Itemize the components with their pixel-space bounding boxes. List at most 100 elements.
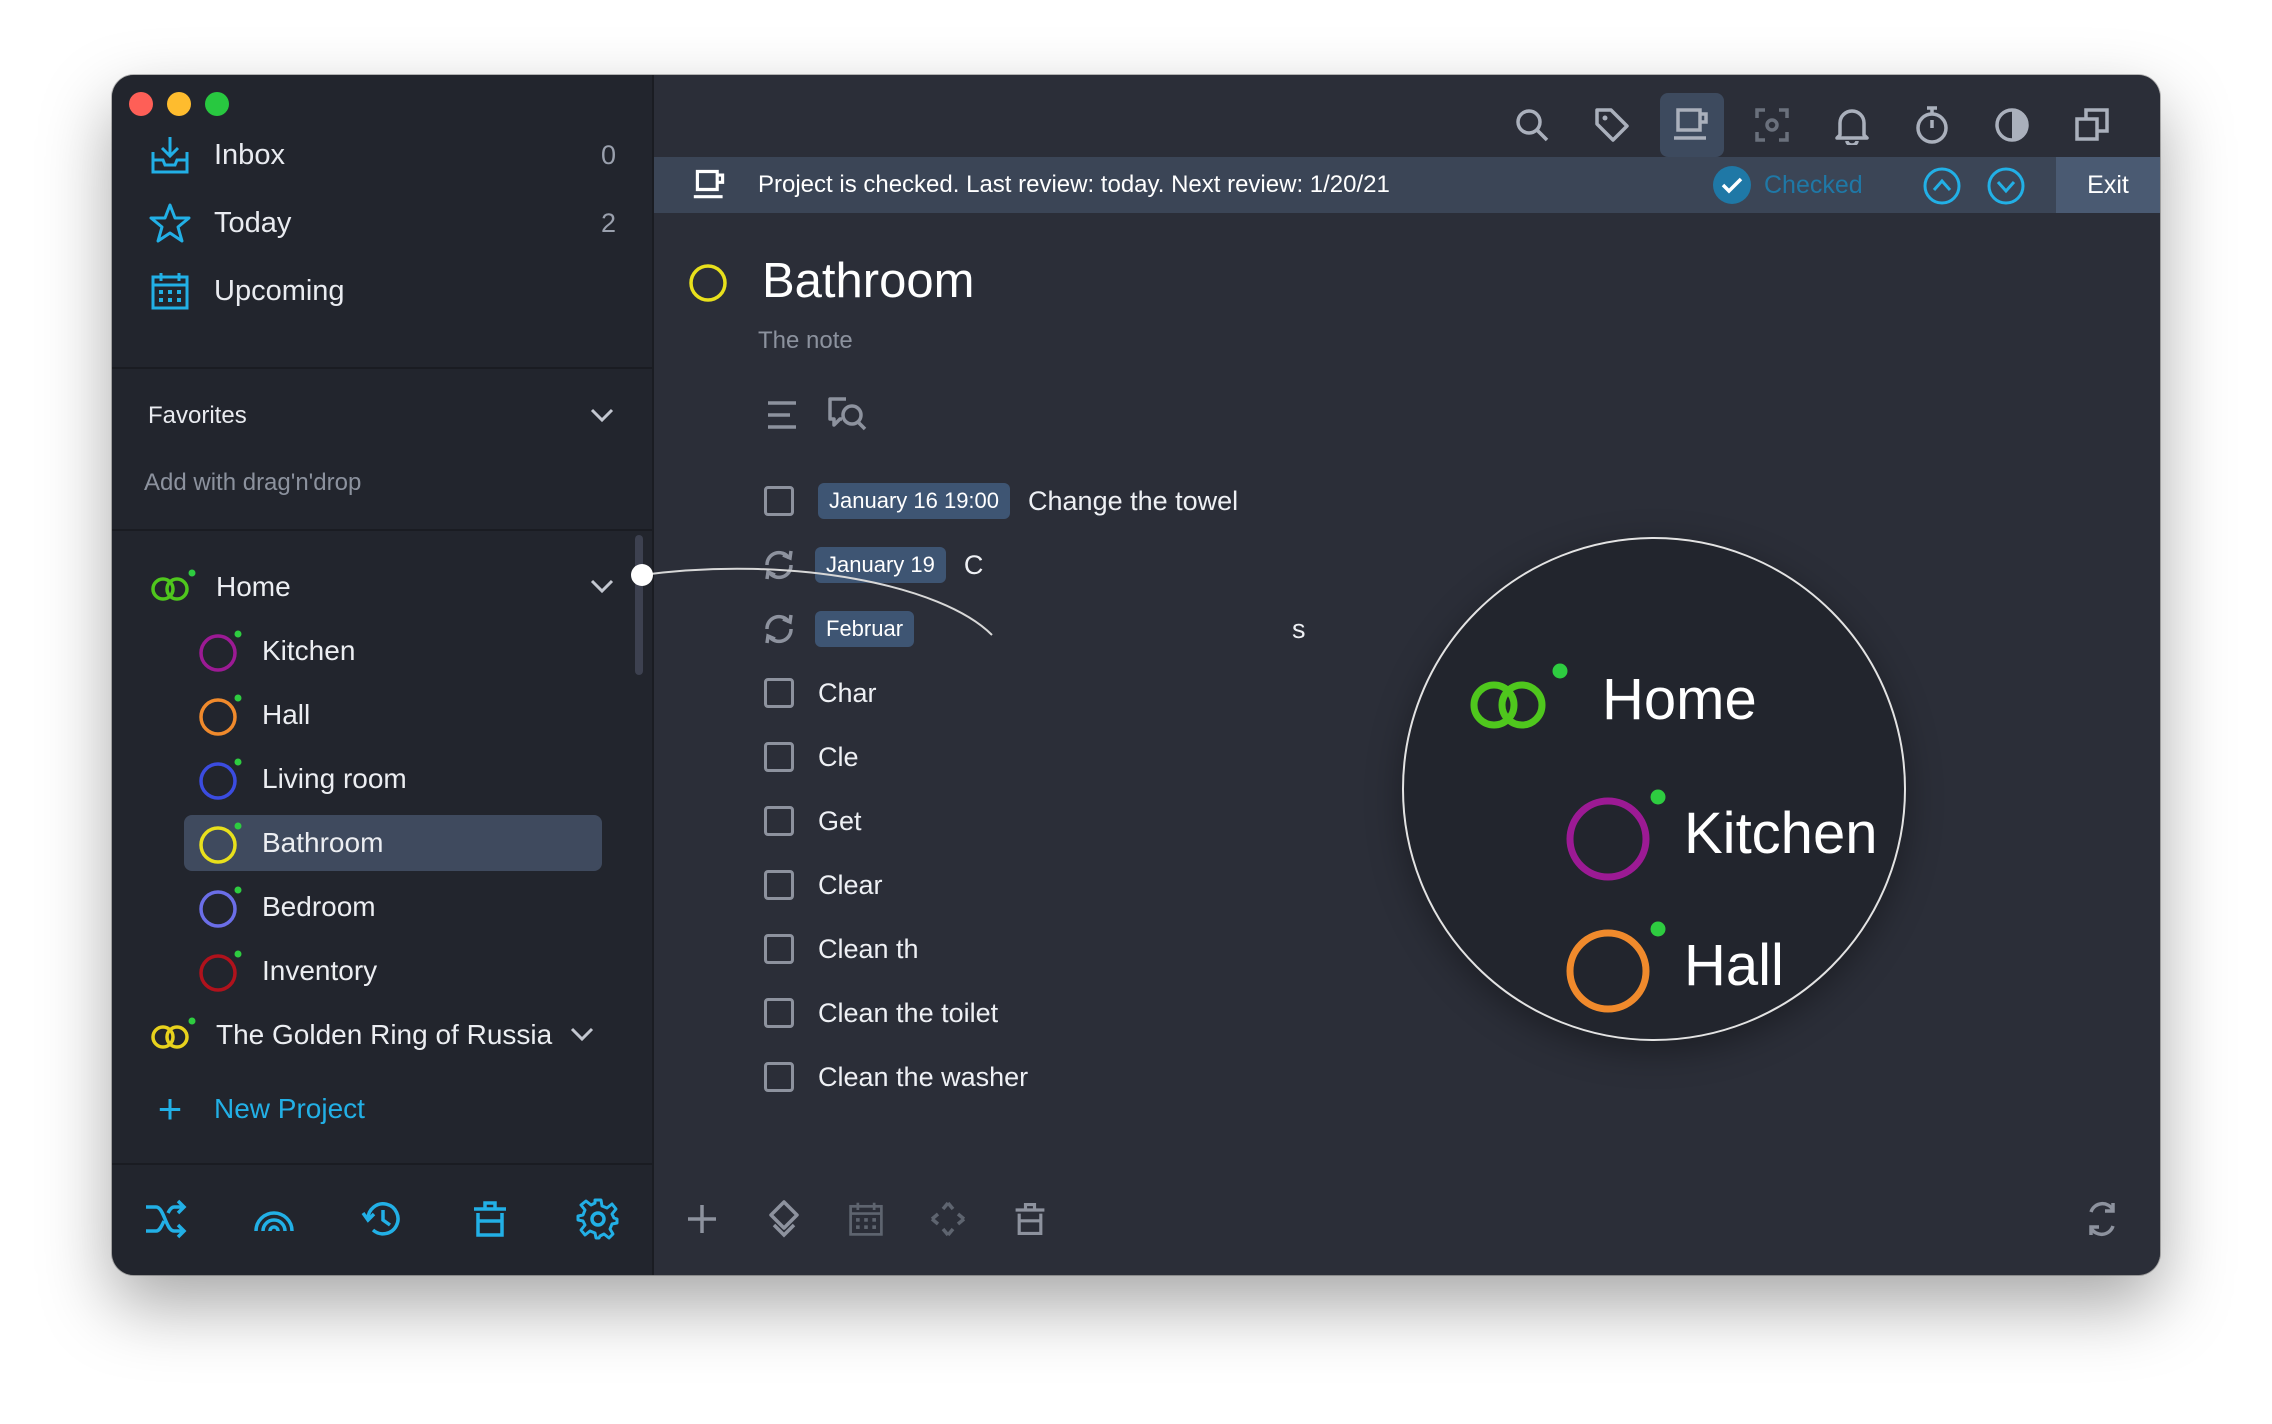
task-date-chip[interactable]: January 19 bbox=[815, 547, 946, 583]
task-row[interactable]: Februar s bbox=[764, 605, 1306, 653]
sync-icon[interactable] bbox=[2076, 1193, 2128, 1245]
sidebar-item-upcoming[interactable]: Upcoming bbox=[148, 259, 616, 323]
task-checkbox[interactable] bbox=[764, 678, 794, 708]
task-title[interactable]: C bbox=[964, 550, 984, 581]
task-checkbox[interactable] bbox=[764, 1062, 794, 1092]
magnifier-lens: Home Kitchen Hall bbox=[1402, 537, 1906, 1041]
task-title[interactable]: Change the towel bbox=[1028, 486, 1238, 517]
task-row[interactable]: Cle bbox=[764, 733, 859, 781]
favorites-collapse-chevron-down-icon[interactable] bbox=[588, 405, 616, 430]
area-label: The Golden Ring of Russia bbox=[216, 1019, 553, 1050]
minimize-window-button[interactable] bbox=[167, 92, 191, 116]
project-status-circle-icon[interactable] bbox=[688, 263, 728, 303]
sidebar-project-bathroom[interactable]: Bathroom bbox=[184, 815, 602, 871]
sidebar-divider bbox=[112, 367, 652, 369]
inbox-tray-icon bbox=[148, 133, 192, 177]
new-project-button[interactable]: + New Project bbox=[148, 1087, 365, 1131]
trash-icon[interactable] bbox=[464, 1193, 516, 1245]
project-circle-icon bbox=[196, 883, 244, 931]
checkmark-circle-icon bbox=[1713, 166, 1751, 204]
list-lines-icon[interactable] bbox=[758, 391, 806, 439]
chevron-down-icon[interactable] bbox=[588, 571, 616, 603]
shuffle-icon[interactable] bbox=[140, 1193, 192, 1245]
search-icon[interactable] bbox=[1500, 93, 1564, 157]
trash-icon[interactable] bbox=[1004, 1193, 1056, 1245]
task-row[interactable]: Clear bbox=[764, 861, 883, 909]
stopwatch-icon[interactable] bbox=[1900, 93, 1964, 157]
project-label: Living room bbox=[262, 763, 407, 794]
chevron-down-icon[interactable] bbox=[568, 1019, 596, 1051]
zoom-window-button[interactable] bbox=[205, 92, 229, 116]
task-row[interactable]: January 16 19:00 Change the towel bbox=[764, 477, 1238, 525]
task-checkbox[interactable] bbox=[764, 742, 794, 772]
today-count: 2 bbox=[600, 207, 616, 238]
close-window-button[interactable] bbox=[129, 92, 153, 116]
task-checkbox[interactable] bbox=[764, 486, 794, 516]
sidebar-item-today[interactable]: Today 2 bbox=[148, 191, 616, 255]
sidebar-area-golden-ring[interactable]: The Golden Ring of Russia bbox=[148, 1007, 616, 1063]
task-checkbox[interactable] bbox=[764, 934, 794, 964]
task-checkbox[interactable] bbox=[764, 870, 794, 900]
project-note[interactable]: The note bbox=[758, 327, 853, 355]
calendar-icon[interactable] bbox=[840, 1193, 892, 1245]
sidebar-divider bbox=[112, 529, 652, 531]
task-title[interactable]: s bbox=[1292, 614, 1306, 645]
rainbow-icon[interactable] bbox=[248, 1193, 300, 1245]
review-cup-icon bbox=[692, 167, 728, 208]
magnified-label: Home bbox=[1602, 666, 1757, 732]
task-row[interactable]: Clean th bbox=[764, 925, 919, 973]
inbox-count: 0 bbox=[600, 139, 616, 170]
sidebar-project-bedroom[interactable]: Bedroom bbox=[184, 879, 602, 935]
project-title[interactable]: Bathroom bbox=[762, 253, 974, 309]
exit-review-button[interactable]: Exit bbox=[2056, 157, 2160, 213]
repeat-icon[interactable] bbox=[761, 611, 797, 647]
sidebar-area-home[interactable]: Home bbox=[148, 559, 616, 615]
task-title[interactable]: Clean the toilet bbox=[818, 998, 998, 1029]
bell-icon[interactable] bbox=[1820, 93, 1884, 157]
task-checkbox[interactable] bbox=[764, 806, 794, 836]
task-title[interactable]: Cle bbox=[818, 742, 859, 773]
add-task-plus-icon[interactable] bbox=[676, 1193, 728, 1245]
previous-review-chevron-up-icon[interactable] bbox=[1922, 166, 1962, 211]
sidebar-project-living-room[interactable]: Living room bbox=[184, 751, 602, 807]
star-icon bbox=[148, 201, 192, 245]
settings-gear-icon[interactable] bbox=[572, 1193, 624, 1245]
task-title[interactable]: Clear bbox=[818, 870, 883, 901]
review-cup-icon[interactable] bbox=[1660, 93, 1724, 157]
move-arrows-icon[interactable] bbox=[922, 1193, 974, 1245]
favorites-title: Favorites bbox=[148, 402, 247, 429]
task-row[interactable]: January 19 C bbox=[764, 541, 983, 589]
magnified-area-home: Home bbox=[1464, 659, 1757, 739]
task-row[interactable]: Clean the toilet bbox=[764, 989, 998, 1037]
task-checkbox[interactable] bbox=[764, 998, 794, 1028]
sidebar-item-inbox[interactable]: Inbox 0 bbox=[148, 123, 616, 187]
task-row[interactable]: Char bbox=[764, 669, 877, 717]
task-date-chip[interactable]: Februar bbox=[815, 611, 915, 647]
area-rings-icon bbox=[148, 1011, 196, 1059]
magnified-project-hall: Hall bbox=[1564, 915, 1784, 1015]
sidebar-scrollbar[interactable] bbox=[635, 535, 643, 675]
sidebar-project-kitchen[interactable]: Kitchen bbox=[184, 623, 602, 679]
task-title[interactable]: Get bbox=[818, 806, 862, 837]
task-title[interactable]: Clean th bbox=[818, 934, 919, 965]
task-date-chip[interactable]: January 16 19:00 bbox=[818, 483, 1011, 519]
review-bar: Project is checked. Last review: today. … bbox=[654, 157, 2160, 213]
tag-icon[interactable] bbox=[1580, 93, 1644, 157]
task-row[interactable]: Get bbox=[764, 797, 862, 845]
next-review-chevron-down-icon[interactable] bbox=[1986, 166, 2026, 211]
windows-icon[interactable] bbox=[2060, 93, 2124, 157]
priority-diamond-icon[interactable] bbox=[758, 1193, 810, 1245]
sidebar-project-inventory[interactable]: Inventory bbox=[184, 943, 602, 999]
task-row[interactable]: Clean the washer bbox=[764, 1053, 1028, 1101]
sidebar-item-label: Inbox bbox=[214, 138, 285, 171]
contrast-icon[interactable] bbox=[1980, 93, 2044, 157]
sidebar-project-hall[interactable]: Hall bbox=[184, 687, 602, 743]
task-title[interactable]: Char bbox=[818, 678, 877, 709]
checked-label: Checked bbox=[1764, 170, 1863, 199]
checked-status[interactable]: Checked bbox=[1712, 165, 1863, 205]
search-comment-icon[interactable] bbox=[822, 391, 870, 439]
task-title[interactable]: Clean the washer bbox=[818, 1062, 1028, 1093]
history-icon[interactable] bbox=[356, 1193, 408, 1245]
repeat-icon[interactable] bbox=[761, 547, 797, 583]
focus-icon[interactable] bbox=[1740, 93, 1804, 157]
